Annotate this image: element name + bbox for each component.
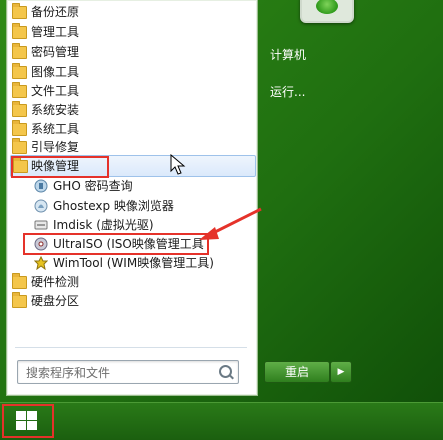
app-label: WimTool (WIM映像管理工具) <box>53 256 214 270</box>
folder-label: 备份还原 <box>31 5 80 19</box>
folder-label: 硬件检测 <box>31 275 80 289</box>
folder-label: 文件工具 <box>31 84 80 98</box>
folder-item-backup[interactable]: 备份还原 <box>11 2 251 22</box>
computer-link[interactable]: 计算机 <box>270 46 306 63</box>
folder-item-disk-partition[interactable]: 硬盘分区 <box>11 291 251 311</box>
app-label: Imdisk (虚拟光驱) <box>53 218 154 232</box>
folder-item-password[interactable]: 密码管理 <box>11 42 251 62</box>
search-icon <box>219 365 232 378</box>
wimtool-icon <box>34 256 48 270</box>
folder-item-hardware-check[interactable]: 硬件检测 <box>11 272 251 292</box>
folder-icon <box>12 43 27 59</box>
ghostexp-icon <box>34 199 48 213</box>
start-button[interactable] <box>2 404 54 438</box>
folder-label: 图像工具 <box>31 65 80 79</box>
folder-item-system-install[interactable]: 系统安装 <box>11 100 251 120</box>
folder-icon <box>12 82 27 98</box>
search-placeholder: 搜索程序和文件 <box>26 366 111 380</box>
folder-label: 系统工具 <box>31 122 80 136</box>
folder-item-admin-tools[interactable]: 管理工具 <box>11 22 251 42</box>
taskbar <box>0 402 443 440</box>
run-link[interactable]: 运行... <box>270 83 305 100</box>
folder-label: 引导修复 <box>31 140 80 154</box>
folder-item-boot-repair[interactable]: 引导修复 <box>11 137 251 157</box>
red-arrow-annotation <box>199 207 262 240</box>
power-options-arrow-button[interactable]: ▶ <box>330 361 352 383</box>
folder-icon <box>12 101 27 117</box>
highlight-box-folder <box>11 156 109 178</box>
folder-item-file-tools[interactable]: 文件工具 <box>11 81 251 101</box>
folder-label: 系统安装 <box>31 103 80 117</box>
folder-label: 密码管理 <box>31 45 80 59</box>
folder-icon <box>12 3 27 19</box>
app-item-wimtool[interactable]: WimTool (WIM映像管理工具) <box>11 253 251 273</box>
folder-icon <box>12 273 27 289</box>
mouse-cursor-icon <box>170 154 186 175</box>
folder-item-image-tools[interactable]: 图像工具 <box>11 62 251 82</box>
imdisk-icon <box>34 220 48 230</box>
restart-button[interactable]: 重启 <box>264 361 330 383</box>
search-input[interactable]: 搜索程序和文件 <box>17 360 239 384</box>
folder-icon <box>12 63 27 79</box>
folder-icon <box>12 23 27 39</box>
folder-item-system-tools[interactable]: 系统工具 <box>11 119 251 139</box>
app-label: GHO 密码查询 <box>53 179 133 193</box>
user-picture-tile[interactable] <box>300 0 354 23</box>
gho-tool-icon <box>34 179 48 193</box>
highlight-box-ultraiso <box>23 233 209 255</box>
programs-panel: 备份还原 管理工具 密码管理 图像工具 文件工具 系统安装 系统工具 引导修复 … <box>6 0 258 396</box>
app-item-gho-password[interactable]: GHO 密码查询 <box>11 176 251 196</box>
app-label: Ghostexp 映像浏览器 <box>53 199 174 213</box>
folder-label: 硬盘分区 <box>31 294 80 308</box>
folder-icon <box>12 120 27 136</box>
folder-icon <box>12 138 27 154</box>
windows-logo-icon <box>16 411 38 431</box>
folder-icon <box>12 292 27 308</box>
folder-label: 管理工具 <box>31 25 80 39</box>
separator <box>15 347 247 348</box>
